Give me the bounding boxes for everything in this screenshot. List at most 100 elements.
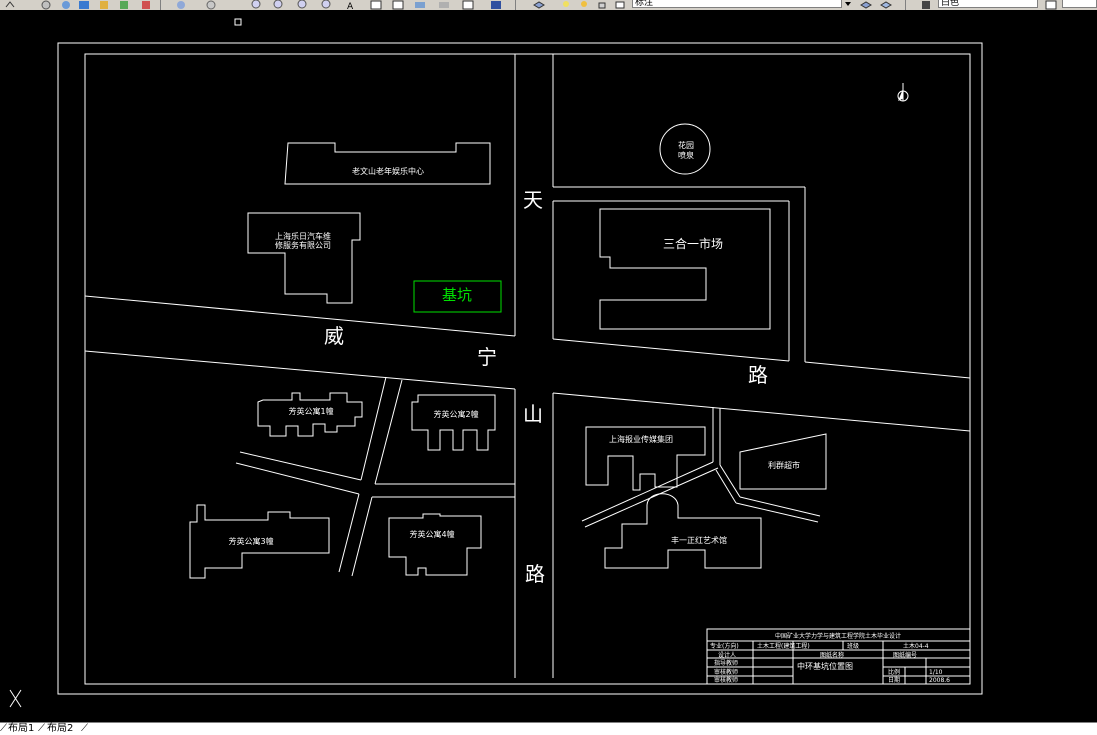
road-edge xyxy=(360,376,387,481)
road-label-tianshan: 山 xyxy=(523,402,543,426)
save-icon[interactable] xyxy=(490,0,502,9)
tool-palette-icon[interactable] xyxy=(118,0,130,9)
road-label-tianshan: 天 xyxy=(523,188,543,212)
markup-icon[interactable] xyxy=(140,0,152,9)
building-label: 喷泉 xyxy=(678,150,694,160)
title-cell: 审核教师 xyxy=(714,676,738,684)
tab-separator: ⟋ xyxy=(38,723,45,734)
title-cell: 图纸名称 xyxy=(820,651,844,659)
undo-icon[interactable] xyxy=(4,0,16,8)
tab-separator: ⟋ xyxy=(0,723,7,734)
road-edge xyxy=(235,462,360,495)
linetype-icon[interactable] xyxy=(1045,0,1057,10)
properties-icon[interactable] xyxy=(78,0,90,9)
road-edge xyxy=(239,451,362,481)
title-cell: 2008.6 xyxy=(929,677,950,684)
layer-icon[interactable] xyxy=(533,0,545,9)
title-cell: 审核教师 xyxy=(714,668,738,676)
title-cell: 土木04-4 xyxy=(903,642,929,650)
zoom-icon[interactable] xyxy=(60,0,72,9)
road-label-weining: 威 xyxy=(324,324,344,348)
layout-tabs-bar: ⟋ 布局1 ⟋ 布局2 ⟋ xyxy=(0,722,1097,735)
site-plan: 基坑 天 山 路 威 宁 路 老文山老年娱乐中心 上海乐日汽车维 修服务有限公司… xyxy=(9,18,983,708)
building-label: 上海乐日汽车维 xyxy=(275,231,331,241)
zoom-realtime-icon[interactable] xyxy=(250,0,262,9)
toolbar-separator xyxy=(515,0,516,10)
title-cell: 日期 xyxy=(888,676,900,684)
road-edge xyxy=(804,361,971,379)
zoom-extents-icon[interactable] xyxy=(296,0,308,9)
text-style-icon[interactable]: A xyxy=(346,0,358,10)
lock-icon[interactable] xyxy=(596,0,608,9)
linetype-combo[interactable] xyxy=(1062,0,1097,8)
building-label: 老文山老年娱乐中心 xyxy=(352,166,424,176)
building-apt2 xyxy=(411,394,496,451)
building-market xyxy=(599,208,771,330)
table-style-icon[interactable] xyxy=(392,0,404,10)
zoom-previous-icon[interactable] xyxy=(272,0,284,9)
building-art-gallery xyxy=(604,493,762,569)
title-school: 中国矿业大学力学与建筑工程学院土木毕业设计 xyxy=(775,632,901,640)
inner-frame xyxy=(84,53,971,685)
road-edge xyxy=(84,350,516,390)
ucs-icon xyxy=(9,689,22,708)
zoom-all-icon[interactable] xyxy=(320,0,332,9)
road-label-weining: 路 xyxy=(748,363,768,387)
title-cell: 土木工程(建筑工程) xyxy=(757,642,810,650)
layer-states-icon[interactable] xyxy=(438,0,450,8)
pan-icon[interactable] xyxy=(40,0,52,10)
color-swatch-icon[interactable] xyxy=(614,0,626,9)
color-combo[interactable]: 白色 xyxy=(938,0,1038,8)
tab-layout1[interactable]: 布局1 xyxy=(8,723,34,735)
building-label: 上海报业传媒集团 xyxy=(609,434,673,444)
title-drawing-name: 中环基坑位置图 xyxy=(797,661,853,671)
layer-previous-icon[interactable] xyxy=(880,0,892,9)
design-center-icon[interactable] xyxy=(98,0,110,9)
layer-combo[interactable]: 标注 xyxy=(632,0,842,8)
toolbar-separator xyxy=(905,0,906,10)
title-cell: 班级 xyxy=(847,642,859,650)
building-label: 芳英公寓2幢 xyxy=(433,409,478,419)
building-label: 利群超市 xyxy=(768,460,800,470)
building-label: 丰一正红艺术馆 xyxy=(671,535,727,545)
building-label: 三合一市场 xyxy=(663,236,723,251)
title-cell: 设计人 xyxy=(718,651,736,659)
building-label: 芳英公寓4幢 xyxy=(409,529,454,539)
title-cell: 比例 xyxy=(888,668,900,676)
tab-separator: ⟋ xyxy=(81,723,88,734)
building-label: 芳英公寓1幢 xyxy=(288,406,333,416)
building-label: 花园 xyxy=(678,140,694,150)
north-arrow-icon xyxy=(897,83,909,102)
title-cell: 图纸编号 xyxy=(893,651,917,659)
pit-label: 基坑 xyxy=(442,286,472,304)
building-label: 修服务有限公司 xyxy=(275,240,331,250)
title-cell: 1/10 xyxy=(929,669,943,676)
road-edge xyxy=(374,379,403,485)
grid-icon[interactable] xyxy=(462,0,474,10)
road-edge xyxy=(552,338,790,362)
building-apt4 xyxy=(388,513,482,576)
point-marker xyxy=(234,18,242,26)
building-laowenshan xyxy=(284,142,491,185)
sheet-border xyxy=(57,42,983,695)
drawing-canvas[interactable]: 基坑 天 山 路 威 宁 路 老文山老年娱乐中心 上海乐日汽车维 修服务有限公司… xyxy=(0,10,1097,722)
road-edge xyxy=(552,392,971,432)
zoom-window-icon[interactable] xyxy=(205,0,217,10)
building-label: 芳英公寓3幢 xyxy=(228,536,273,546)
color-control-icon[interactable] xyxy=(920,0,932,9)
make-current-layer-icon[interactable] xyxy=(860,0,872,9)
title-cell: 专业(方向) xyxy=(710,642,739,650)
toolbar-separator xyxy=(160,0,161,10)
pan-realtime-icon[interactable] xyxy=(175,0,187,9)
sun-icon[interactable] xyxy=(578,0,590,8)
tab-layout2[interactable]: 布局2 xyxy=(47,723,73,735)
title-block: 中国矿业大学力学与建筑工程学院土木毕业设计 专业(方向) 土木工程(建筑工程) … xyxy=(706,628,971,685)
dropdown-arrow-icon[interactable] xyxy=(842,0,854,8)
dim-style-icon[interactable] xyxy=(370,0,382,10)
bulb-icon[interactable] xyxy=(560,0,572,8)
road-label-tianshan: 路 xyxy=(525,562,545,586)
building-auto-service xyxy=(247,212,361,304)
title-cell: 指导教师 xyxy=(714,659,738,667)
layer-manager-icon[interactable] xyxy=(414,0,426,8)
road-label-weining: 宁 xyxy=(477,345,497,369)
